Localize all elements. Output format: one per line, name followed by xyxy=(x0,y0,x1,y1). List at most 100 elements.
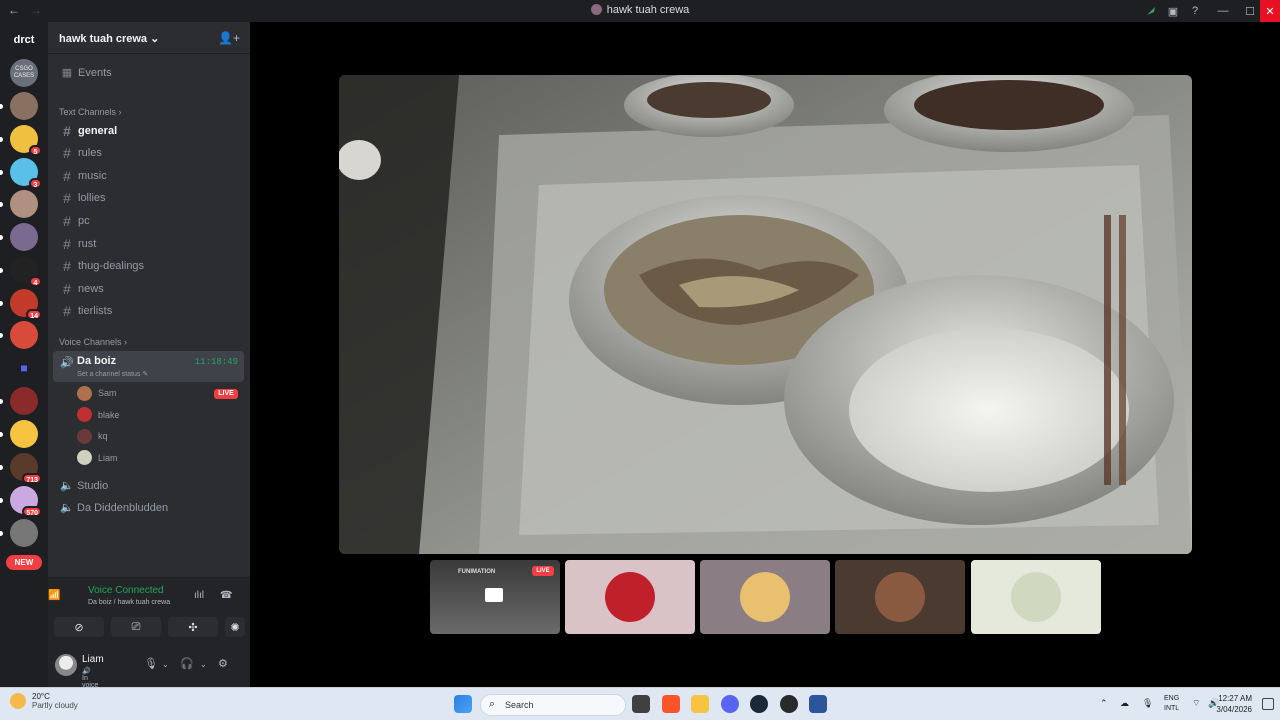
speaker-icon: 🔊 xyxy=(60,357,74,369)
direct-messages-button[interactable]: drct xyxy=(6,34,42,46)
unread-indicator xyxy=(0,399,3,404)
user-tile-2[interactable] xyxy=(565,560,695,634)
close-button[interactable]: ✕ xyxy=(1260,0,1280,22)
invite-icon[interactable]: 👤+ xyxy=(218,31,240,45)
voice-panel: 📶 Voice Connected Da boiz / hawk tuah cr… xyxy=(48,577,250,689)
word-icon[interactable] xyxy=(809,695,827,713)
channel-status[interactable]: Set a channel status ✎ xyxy=(77,370,148,378)
hash-icon: # xyxy=(63,280,71,297)
help-icon[interactable]: ? xyxy=(1184,0,1206,22)
notification-icon[interactable] xyxy=(1262,698,1274,710)
text-channels-category[interactable]: Text Channels › xyxy=(59,107,122,117)
server-icon-server-12[interactable] xyxy=(0,420,38,448)
windows-taskbar: 20°C Partly cloudy ⌕ Search ⌃ ☁ 🎙 ENG INT… xyxy=(0,687,1280,720)
microphone-icon[interactable]: 🎙 xyxy=(144,657,158,670)
unread-indicator xyxy=(0,333,3,338)
server-icon-server-4[interactable]: 3 xyxy=(0,158,42,189)
channel-rust[interactable]: # rust xyxy=(53,233,244,254)
server-icon-server-7[interactable]: 4 xyxy=(0,256,42,287)
clock[interactable]: 12:27 AM 3/04/2026 xyxy=(1216,693,1252,715)
file-explorer-icon[interactable] xyxy=(691,695,709,713)
taskbar-search[interactable]: ⌕ Search xyxy=(480,694,626,716)
server-icon-server-6[interactable] xyxy=(0,223,38,251)
soundboard-button[interactable]: ✺ xyxy=(225,617,245,637)
inbox-icon[interactable]: ▣ xyxy=(1162,0,1184,22)
server-icon-csgo-cases[interactable]: CSGO CASES xyxy=(10,59,38,87)
member-name: kq xyxy=(98,431,108,441)
events-item[interactable]: ▦ Events xyxy=(53,62,244,83)
discord-icon[interactable] xyxy=(721,695,739,713)
language-indicator[interactable]: ENG INTL xyxy=(1164,694,1179,714)
network-tray-icon[interactable]: ☁ xyxy=(1120,698,1129,709)
server-icon-server-2[interactable] xyxy=(0,92,38,120)
screen-share-button[interactable]: ⎚ xyxy=(111,617,161,637)
weather-widget[interactable]: 20°C Partly cloudy xyxy=(10,692,78,710)
stream-tile[interactable]: FUNIMATION LIVE xyxy=(430,560,560,634)
voice-channel-da-diddenbludden[interactable]: 🔈 Da Diddenbludden xyxy=(60,501,168,515)
voice-member-kq[interactable]: kq xyxy=(77,426,108,446)
avatar xyxy=(740,572,790,622)
settings-gear-icon[interactable]: ⚙ xyxy=(218,657,228,670)
voice-member-blake[interactable]: blake xyxy=(77,405,120,425)
channel-news[interactable]: # news xyxy=(53,278,244,299)
server-icon-server-5[interactable] xyxy=(0,190,38,218)
server-icon-folder[interactable]: ■ xyxy=(10,354,38,382)
noise-suppression-icon[interactable]: ılıl xyxy=(194,590,204,601)
chevron-down-icon[interactable]: ⌄ xyxy=(162,660,169,669)
hash-icon: # xyxy=(63,235,71,252)
chevron-down-icon[interactable]: ⌄ xyxy=(200,660,207,669)
channel-thug-dealings[interactable]: # thug-dealings xyxy=(53,256,244,277)
signal-icon[interactable]: 📶 xyxy=(48,590,60,601)
server-icon-server-11[interactable] xyxy=(0,387,38,415)
hash-icon: # xyxy=(63,190,71,207)
user-name: Liam xyxy=(82,654,104,665)
server-icon-server-9[interactable] xyxy=(0,321,38,349)
disconnect-icon[interactable]: ☎ xyxy=(220,590,232,601)
server-icon-server-14[interactable]: 570 xyxy=(0,486,42,517)
voice-member-sam[interactable]: Sam xyxy=(77,383,117,403)
camera-off-button[interactable]: ⊘ xyxy=(54,617,104,637)
unread-indicator xyxy=(0,301,3,306)
channel-name: music xyxy=(78,169,107,182)
server-icon-server-15[interactable] xyxy=(0,519,38,547)
new-badge[interactable]: NEW xyxy=(6,555,42,570)
steam-icon[interactable] xyxy=(750,695,768,713)
task-view-icon[interactable] xyxy=(632,695,650,713)
server-avatar xyxy=(10,321,38,349)
avatar xyxy=(77,450,92,465)
minimize-button[interactable]: — xyxy=(1206,0,1240,22)
start-icon[interactable] xyxy=(454,695,472,713)
server-rail: drct CSGO CASES 5 3 4 14 ■ 713 570 NEW xyxy=(0,22,48,687)
server-icon-server-3[interactable]: 5 xyxy=(0,125,42,156)
nitro-icon[interactable] xyxy=(1140,0,1162,22)
stream-video[interactable] xyxy=(339,75,1192,554)
voice-channels-category[interactable]: Voice Channels › xyxy=(59,337,127,347)
maximize-button[interactable]: ☐ xyxy=(1240,0,1260,22)
microphone-tray-icon[interactable]: 🎙 xyxy=(1142,698,1153,709)
channel-pc[interactable]: # pc xyxy=(53,210,244,231)
wifi-icon[interactable]: ⌔ xyxy=(1192,698,1200,709)
user-tile-5[interactable] xyxy=(971,560,1101,634)
channel-tierlists[interactable]: # tierlists xyxy=(53,301,244,322)
search-placeholder: Search xyxy=(505,700,534,710)
brave-icon[interactable] xyxy=(662,695,680,713)
activities-button[interactable]: ✣ xyxy=(168,617,218,637)
voice-status[interactable]: Voice Connected xyxy=(88,585,164,596)
voice-channel-studio[interactable]: 🔈 Studio xyxy=(60,479,108,493)
user-tile-3[interactable] xyxy=(700,560,830,634)
server-icon-server-8[interactable]: 14 xyxy=(0,289,42,320)
avatar[interactable] xyxy=(55,654,77,676)
channel-lollies[interactable]: # lollies xyxy=(53,188,244,209)
mention-badge: 570 xyxy=(22,506,42,517)
headphones-icon[interactable]: 🎧 xyxy=(180,657,194,670)
server-icon-server-13[interactable]: 713 xyxy=(0,453,42,484)
channel-rules[interactable]: # rules xyxy=(53,143,244,164)
server-header[interactable]: hawk tuah crewa ⌄ 👤+ xyxy=(48,22,250,54)
channel-general[interactable]: # general xyxy=(53,120,244,141)
voice-member-liam[interactable]: Liam xyxy=(77,448,118,468)
channel-music[interactable]: # music xyxy=(53,165,244,186)
voice-channel-da-boiz[interactable]: 🔊 Da boiz 11:18:49 Set a channel status … xyxy=(53,351,244,382)
chevron-up-icon[interactable]: ⌃ xyxy=(1100,698,1108,709)
app-icon[interactable] xyxy=(780,695,798,713)
user-tile-4[interactable] xyxy=(835,560,965,634)
